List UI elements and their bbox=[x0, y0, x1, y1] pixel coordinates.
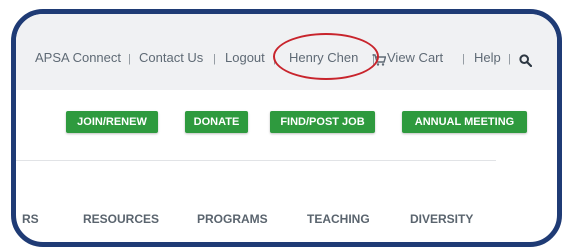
link-view-cart[interactable]: View Cart bbox=[387, 50, 443, 66]
screenshot-frame: APSA Connect | Contact Us | Logout | Hen… bbox=[11, 9, 562, 247]
search-icon[interactable] bbox=[519, 54, 532, 67]
separator: | bbox=[462, 53, 465, 65]
nav-item-diversity[interactable]: DIVERSITY bbox=[410, 212, 473, 226]
nav-item-resources[interactable]: RESOURCES bbox=[83, 212, 159, 226]
link-logout[interactable]: Logout bbox=[225, 50, 265, 66]
divider bbox=[16, 160, 496, 161]
join-renew-button[interactable]: JOIN/RENEW bbox=[66, 111, 158, 133]
separator: | bbox=[508, 53, 511, 65]
link-contact-us[interactable]: Contact Us bbox=[139, 50, 203, 66]
nav-item-programs[interactable]: PROGRAMS bbox=[197, 212, 268, 226]
nav-item-partial[interactable]: RS bbox=[22, 212, 39, 226]
annual-meeting-button[interactable]: ANNUAL MEETING bbox=[402, 111, 527, 133]
donate-button[interactable]: DONATE bbox=[185, 111, 248, 133]
nav-item-teaching[interactable]: TEACHING bbox=[307, 212, 370, 226]
link-apsa-connect[interactable]: APSA Connect bbox=[35, 50, 121, 66]
utility-bar: APSA Connect | Contact Us | Logout | Hen… bbox=[16, 14, 557, 90]
separator: | bbox=[213, 53, 216, 65]
cta-row: JOIN/RENEW DONATE FIND/POST JOB ANNUAL M… bbox=[16, 90, 557, 160]
find-post-job-button[interactable]: FIND/POST JOB bbox=[270, 111, 375, 133]
separator: | bbox=[128, 53, 131, 65]
link-help[interactable]: Help bbox=[474, 50, 501, 66]
highlight-ring bbox=[273, 33, 379, 80]
